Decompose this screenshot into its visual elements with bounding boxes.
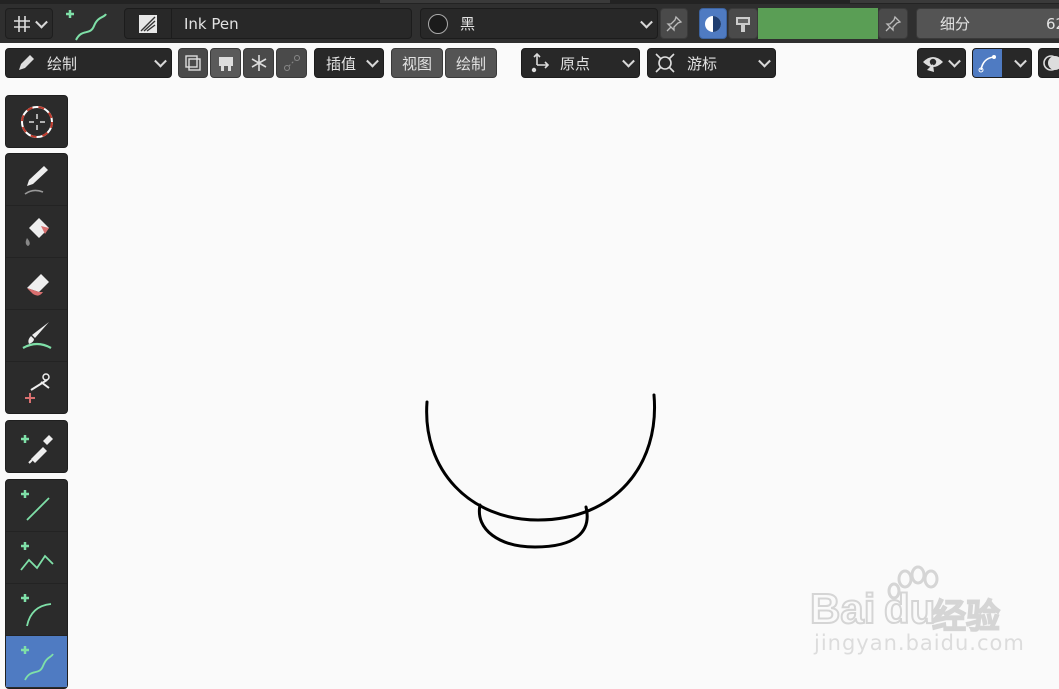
weight-icon bbox=[218, 57, 233, 71]
cutter-icon bbox=[24, 372, 50, 403]
multiframe-button[interactable] bbox=[178, 48, 208, 78]
arc-tool[interactable] bbox=[6, 584, 67, 636]
gizmo-dropdown[interactable] bbox=[972, 48, 1032, 78]
draw-menu[interactable]: 绘制 bbox=[445, 48, 497, 78]
cursor-crosshair-icon bbox=[655, 53, 675, 73]
chevron-down-icon bbox=[366, 54, 379, 68]
chevron-down-icon bbox=[758, 54, 771, 68]
chevron-down-icon bbox=[622, 54, 635, 68]
multiframe-icon bbox=[185, 55, 201, 71]
polyline-tool[interactable] bbox=[6, 532, 67, 584]
color-mode-icon bbox=[705, 15, 721, 32]
snowflake-icon bbox=[251, 55, 266, 71]
chevron-down-icon bbox=[154, 54, 167, 68]
material-name: 黑 bbox=[460, 15, 476, 33]
line-tool[interactable] bbox=[6, 480, 67, 532]
origin-icon bbox=[531, 52, 550, 73]
curve-icon bbox=[20, 645, 54, 680]
interpolate-label: 插值 bbox=[326, 54, 357, 73]
vertex-paint-icon bbox=[736, 16, 750, 32]
eyedropper-tool[interactable] bbox=[6, 421, 67, 472]
view-menu-label: 视图 bbox=[401, 54, 432, 73]
tool-settings-header: Ink Pen 黑 细分 62 bbox=[0, 4, 1059, 43]
orientation-icon bbox=[14, 15, 30, 32]
cutter-tool[interactable] bbox=[6, 362, 67, 413]
overlay-icon bbox=[1043, 55, 1059, 71]
chevron-down-icon bbox=[948, 54, 961, 68]
erase-tool[interactable] bbox=[6, 258, 67, 310]
eyedropper-icon bbox=[20, 434, 53, 464]
chevron-down-icon bbox=[1014, 54, 1027, 68]
mode-label: 绘制 bbox=[47, 54, 78, 73]
auto-merge-icon bbox=[283, 55, 300, 71]
eye-icon bbox=[923, 57, 943, 72]
mode-dropdown[interactable]: 绘制 bbox=[5, 48, 172, 78]
cursor-tool-group bbox=[5, 95, 68, 148]
polyline-icon bbox=[19, 541, 54, 571]
viewport-header: 绘制 插值 视图 绘制 原点 游标 bbox=[0, 43, 1059, 83]
freeze-button[interactable] bbox=[243, 48, 274, 78]
curve-tool[interactable] bbox=[6, 636, 67, 687]
watermark-url: jingyan.baidu.com bbox=[814, 631, 1025, 655]
draw-pencil-icon bbox=[24, 165, 48, 195]
pin-color-button[interactable] bbox=[878, 8, 908, 39]
top-strip-segment bbox=[850, 0, 1059, 3]
svg-text:Bai: Bai bbox=[810, 585, 875, 632]
view-menu[interactable]: 视图 bbox=[391, 48, 443, 78]
subdivision-label: 细分 bbox=[940, 15, 971, 33]
draw-tool[interactable] bbox=[6, 154, 67, 206]
pin-material-button[interactable] bbox=[660, 8, 688, 39]
visibility-dropdown[interactable] bbox=[917, 48, 966, 78]
brush-name: Ink Pen bbox=[184, 14, 239, 33]
color-swatch[interactable] bbox=[758, 8, 878, 39]
weight-paint-button[interactable] bbox=[210, 48, 241, 78]
fill-bucket-icon bbox=[25, 217, 49, 246]
active-tool-curve-icon[interactable] bbox=[64, 6, 112, 42]
color-mode-toggle[interactable] bbox=[699, 8, 727, 39]
cursor-icon bbox=[20, 105, 53, 138]
cursor-tool[interactable] bbox=[6, 96, 67, 147]
tint-tool[interactable] bbox=[6, 310, 67, 362]
tint-brush-icon bbox=[21, 321, 52, 349]
shape-tool-group bbox=[5, 479, 68, 689]
top-strip-segment bbox=[380, 0, 610, 3]
draw-tool-group bbox=[5, 153, 68, 414]
svg-text:du: du bbox=[884, 585, 935, 632]
origin-dropdown[interactable]: 原点 bbox=[521, 48, 640, 78]
brush-selector[interactable]: Ink Pen bbox=[124, 8, 412, 39]
eraser-icon bbox=[26, 273, 49, 296]
eyedropper-tool-group bbox=[5, 420, 68, 473]
cup-outline-stroke bbox=[425, 393, 657, 522]
pin-icon bbox=[885, 15, 902, 32]
arc-icon bbox=[20, 593, 51, 626]
baidu-watermark: Bai du 经验 jingyan.baidu.com bbox=[809, 565, 1050, 665]
brush-preview-icon bbox=[125, 9, 172, 38]
orientation-dropdown[interactable] bbox=[5, 8, 53, 39]
cursor-dropdown[interactable]: 游标 bbox=[647, 48, 776, 78]
fill-tool[interactable] bbox=[6, 206, 67, 258]
subdivision-value: 62 bbox=[1046, 14, 1059, 33]
material-swatch-icon bbox=[428, 13, 448, 34]
origin-label: 原点 bbox=[560, 54, 591, 73]
material-selector[interactable]: 黑 bbox=[420, 8, 658, 39]
gizmo-icon bbox=[973, 49, 1002, 77]
chevron-down-icon bbox=[640, 15, 653, 29]
chevron-down-icon bbox=[35, 15, 48, 29]
interpolate-dropdown[interactable]: 插值 bbox=[314, 48, 384, 78]
draw-menu-label: 绘制 bbox=[455, 54, 486, 73]
overlay-dropdown[interactable] bbox=[1038, 48, 1059, 78]
pencil-icon bbox=[19, 55, 34, 70]
vertex-color-button[interactable] bbox=[728, 8, 758, 39]
subdivision-field[interactable]: 细分 62 bbox=[916, 8, 1059, 39]
pin-icon bbox=[666, 15, 683, 32]
cursor-label: 游标 bbox=[687, 54, 718, 73]
line-icon bbox=[20, 489, 50, 521]
auto-merge-button[interactable] bbox=[276, 48, 307, 78]
